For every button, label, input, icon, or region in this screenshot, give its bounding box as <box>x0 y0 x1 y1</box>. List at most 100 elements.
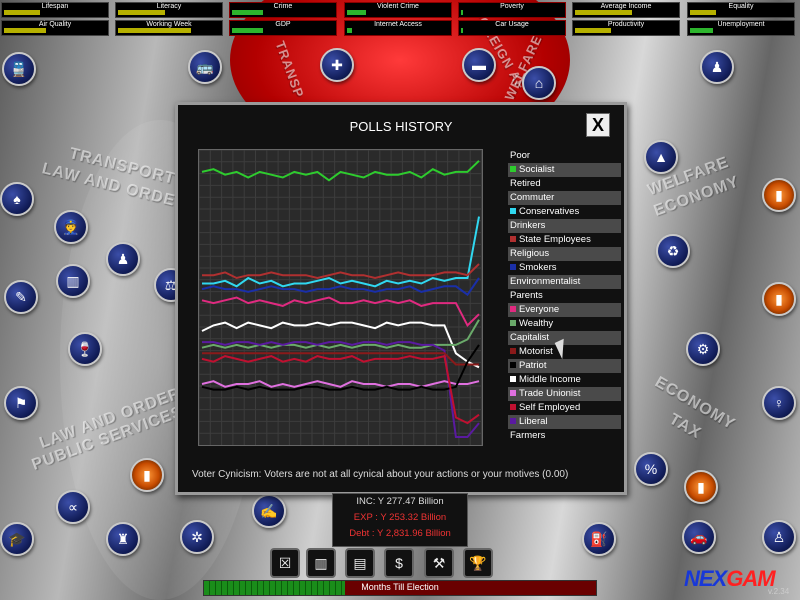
recycle-icon[interactable]: ♻ <box>656 234 690 268</box>
maternity-icon[interactable]: ♀ <box>762 386 796 420</box>
legend-label: Self Employed <box>519 402 581 413</box>
document-sign-icon[interactable]: ✍ <box>252 494 286 528</box>
legend-item-trade-unionist[interactable]: Trade Unionist <box>508 387 621 401</box>
stat-lifespan[interactable]: Lifespan <box>1 2 109 18</box>
stat-gdp[interactable]: GDP <box>229 20 337 36</box>
stat-level-bar <box>118 28 191 33</box>
legend-item-parents[interactable]: Parents <box>508 289 621 303</box>
stats-graph-button[interactable]: ▥ <box>306 548 336 578</box>
alcohol-icon[interactable]: 🍷 <box>68 332 102 366</box>
police-officer-icon[interactable]: 👮 <box>54 210 88 244</box>
crowd-icon[interactable]: ♟ <box>106 242 140 276</box>
legend-item-retired[interactable]: Retired <box>508 177 621 191</box>
legend-swatch <box>510 390 516 397</box>
legend-item-self-employed[interactable]: Self Employed <box>508 401 621 415</box>
stat-productivity[interactable]: Productivity <box>572 20 680 36</box>
legend-label: Liberal <box>519 416 548 427</box>
expenditure-text: EXP : Y 253.32 Billion <box>353 512 447 523</box>
worker-icon[interactable]: ♙ <box>762 520 796 554</box>
casino-icon[interactable]: ♠ <box>0 182 34 216</box>
curfew-icon[interactable]: ⚑ <box>4 386 38 420</box>
legend-item-middle-income[interactable]: Middle Income <box>508 373 621 387</box>
stat-level-bar <box>461 10 464 15</box>
legend-label: Poor <box>510 150 531 161</box>
stat-literacy[interactable]: Literacy <box>115 2 223 18</box>
legend-item-farmers[interactable]: Farmers <box>508 429 621 443</box>
legend-swatch <box>510 236 516 243</box>
stat-average-income[interactable]: Average Income <box>572 2 680 18</box>
legend-item-smokers[interactable]: Smokers <box>508 261 621 275</box>
legend-item-state-employees[interactable]: State Employees <box>508 233 621 247</box>
stat-label: Poverty <box>500 3 524 10</box>
factory-icon[interactable]: ⚙ <box>686 332 720 366</box>
legend-item-commuter[interactable]: Commuter <box>508 191 621 205</box>
close-button[interactable]: X <box>586 113 610 137</box>
stat-equality[interactable]: Equality <box>687 2 795 18</box>
legend-label: Religious <box>510 248 550 259</box>
stat-label: Internet Access <box>374 21 422 28</box>
bus-icon[interactable]: 🚌 <box>188 50 222 84</box>
stat-violent-crime[interactable]: Violent Crime <box>344 2 452 18</box>
income-text: INC: Y 277.47 Billion <box>356 496 444 507</box>
tank-icon[interactable]: ▬ <box>462 48 496 82</box>
legend-item-socialist[interactable]: Socialist <box>508 163 621 177</box>
legend-label: Smokers <box>519 262 557 273</box>
nexgam-logo: NEXGAM <box>684 566 776 591</box>
prison-icon[interactable]: ▥ <box>56 264 90 298</box>
housing-icon[interactable]: ⌂ <box>522 66 556 100</box>
faith-fish-icon[interactable]: ∝ <box>56 490 90 524</box>
legend-label: Commuter <box>510 192 555 203</box>
public-service-orange-icon[interactable]: ▮ <box>130 458 164 492</box>
legend-item-patriot[interactable]: Patriot <box>508 359 621 373</box>
stat-working-week[interactable]: Working Week <box>115 20 223 36</box>
finance-button[interactable]: $ <box>384 548 414 578</box>
stat-car-usage[interactable]: Car Usage <box>458 20 566 36</box>
legend-item-conservatives[interactable]: Conservatives <box>508 205 621 219</box>
legend-item-drinkers[interactable]: Drinkers <box>508 219 621 233</box>
stat-poverty[interactable]: Poverty <box>458 2 566 18</box>
legend-label: Patriot <box>519 360 547 371</box>
stat-level-bar <box>4 28 46 33</box>
report-button[interactable]: ▤ <box>345 548 375 578</box>
legend-label: Everyone <box>519 304 560 315</box>
finance-panel: INC: Y 277.47 Billion EXP : Y 253.32 Bil… <box>332 493 468 547</box>
pensioner-icon[interactable]: ♟ <box>700 50 734 84</box>
stat-unemployment[interactable]: Unemployment <box>687 20 795 36</box>
legend-item-wealthy[interactable]: Wealthy <box>508 317 621 331</box>
tools-button[interactable]: ⚒ <box>424 548 454 578</box>
health-icon[interactable]: ✚ <box>320 48 354 82</box>
stat-level-bar <box>461 28 464 33</box>
achievements-button[interactable]: 🏆 <box>463 548 493 578</box>
stat-air-quality[interactable]: Air Quality <box>1 20 109 36</box>
legend-item-environmentalist[interactable]: Environmentalist <box>508 275 621 289</box>
legend-label: Conservatives <box>519 206 580 217</box>
security-icon[interactable]: ▲ <box>644 140 678 174</box>
cabinet-button[interactable]: ☒ <box>270 548 300 578</box>
stat-level-bar <box>4 10 41 15</box>
legend-swatch <box>510 166 516 173</box>
network-icon[interactable]: ✲ <box>180 520 214 554</box>
stat-level-bar <box>118 10 165 15</box>
election-label: Months Till Election <box>361 582 439 592</box>
legend-item-everyone[interactable]: Everyone <box>508 303 621 317</box>
legend-item-religious[interactable]: Religious <box>508 247 621 261</box>
version-text: v.2.34 <box>768 587 790 596</box>
petrol-pump-icon[interactable]: ⛽ <box>582 522 616 556</box>
dialog-title: POLLS HISTORY <box>349 119 453 134</box>
legend-item-liberal[interactable]: Liberal <box>508 415 621 429</box>
series-line-socialist <box>201 160 480 182</box>
percent-tax-icon[interactable]: % <box>634 452 668 486</box>
welfare-orange-icon[interactable]: ▮ <box>762 178 796 212</box>
economy-orange-icon[interactable]: ▮ <box>762 282 796 316</box>
legend-swatch <box>510 348 516 355</box>
tax-orange-icon[interactable]: ▮ <box>684 470 718 504</box>
stat-internet-access[interactable]: Internet Access <box>344 20 452 36</box>
train-icon[interactable]: 🚆 <box>2 52 36 86</box>
stat-crime[interactable]: Crime <box>229 2 337 18</box>
stat-level-bar <box>232 28 264 33</box>
car-icon[interactable]: 🚗 <box>682 520 716 554</box>
education-icon[interactable]: 🎓 <box>0 522 34 556</box>
legend-item-poor[interactable]: Poor <box>508 149 621 163</box>
syringe-icon[interactable]: ✎ <box>4 280 38 314</box>
school-icon[interactable]: ♜ <box>106 522 140 556</box>
